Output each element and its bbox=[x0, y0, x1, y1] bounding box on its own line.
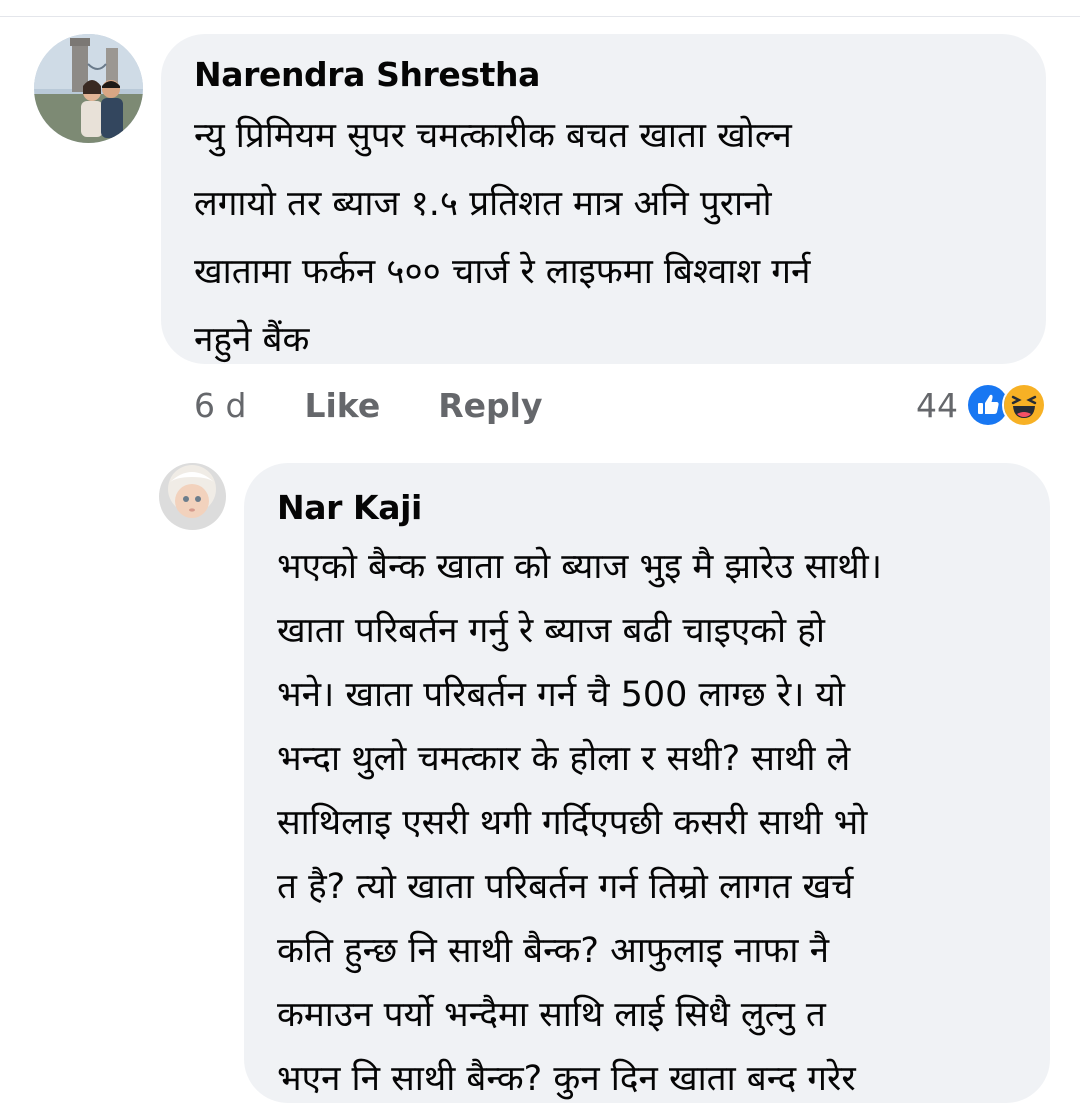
comment-author[interactable]: Narendra Shrestha bbox=[194, 52, 1016, 98]
comment-text-line: भएन नि साथी बैन्क? कुन दिन खाता बन्द गरे… bbox=[277, 1059, 856, 1099]
comment-timestamp[interactable]: 6 d bbox=[194, 386, 246, 425]
comment-author[interactable]: Nar Kaji bbox=[277, 485, 1020, 531]
comment-text-line: खातामा फर्कन ५०० चार्ज रे लाइफमा बिश्वाश… bbox=[194, 252, 811, 292]
comment-text-line: त है? त्यो खाता परिबर्तन गर्न तिम्रो लाग… bbox=[277, 867, 854, 907]
comment-actions: 6 d Like Reply bbox=[194, 380, 600, 430]
avatar-narendra-shrestha[interactable] bbox=[34, 34, 143, 143]
comment-text: भएको बैन्क खाता को ब्याज भुइ मै झारेउ सा… bbox=[277, 535, 1020, 1111]
comment-text-line: भने। खाता परिबर्तन गर्न चै 500 लाग्छ रे।… bbox=[277, 675, 845, 715]
reaction-count[interactable]: 44 bbox=[916, 386, 958, 425]
reply-button[interactable]: Reply bbox=[438, 386, 542, 425]
comment-text-line: नहुने बैंक bbox=[194, 320, 310, 360]
like-button[interactable]: Like bbox=[304, 386, 380, 425]
reactions-summary[interactable]: 44 bbox=[916, 380, 1046, 430]
comment-text-line: साथिलाइ एसरी थगी गर्दिएपछी कसरी साथी भो bbox=[277, 803, 868, 843]
comment-text: न्यु प्रिमियम सुपर चमत्कारीक बचत खाता खो… bbox=[194, 102, 1016, 374]
comment-text-line: लगायो तर ब्याज १.५ प्रतिशत मात्र अनि पुर… bbox=[194, 184, 772, 224]
comment-text-line: कति हुन्छ नि साथी बैन्क? आफुलाइ नाफा नै bbox=[277, 931, 830, 971]
comment-bubble: Narendra Shrestha न्यु प्रिमियम सुपर चमत… bbox=[161, 34, 1046, 364]
avatar-nar-kaji[interactable] bbox=[159, 463, 226, 530]
comment-text-line: भएको बैन्क खाता को ब्याज भुइ मै झारेउ सा… bbox=[277, 547, 883, 587]
comment-text-line: खाता परिबर्तन गर्नु रे ब्याज बढी चाइएको … bbox=[277, 611, 825, 651]
comment-bubble: Nar Kaji भएको बैन्क खाता को ब्याज भुइ मै… bbox=[244, 463, 1050, 1103]
comment-text-line: कमाउन पर्यो भन्दैमा साथि लाई सिधै लुत्नु… bbox=[277, 995, 826, 1035]
comment-text-line: भन्दा थुलो चमत्कार के होला र सथी? साथी ल… bbox=[277, 739, 851, 779]
comment-text-line: न्यु प्रिमियम सुपर चमत्कारीक बचत खाता खो… bbox=[194, 116, 792, 156]
haha-icon bbox=[1002, 383, 1046, 427]
top-divider bbox=[0, 16, 1080, 17]
